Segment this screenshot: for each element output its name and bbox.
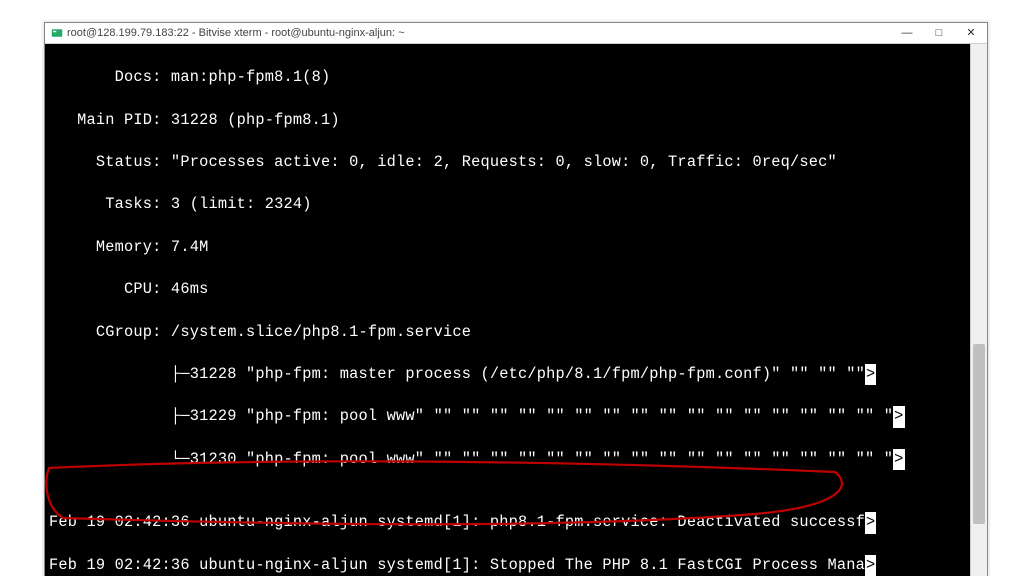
titlebar: root@128.199.79.183:22 - Bitvise xterm -… <box>45 23 987 44</box>
wrap-indicator: > <box>893 449 904 470</box>
wrap-indicator: > <box>865 512 876 533</box>
term-line: CGroup: /system.slice/php8.1-fpm.service <box>49 322 970 343</box>
terminal-window: root@128.199.79.183:22 - Bitvise xterm -… <box>44 22 988 576</box>
term-line: Docs: man:php-fpm8.1(8) <box>49 67 970 88</box>
term-line: Feb 19 02:42:36 ubuntu-nginx-aljun syste… <box>49 512 970 533</box>
term-line: Status: "Processes active: 0, idle: 2, R… <box>49 152 970 173</box>
terminal-output[interactable]: Docs: man:php-fpm8.1(8) Main PID: 31228 … <box>45 44 970 576</box>
scrollbar[interactable] <box>970 44 987 576</box>
wrap-indicator: > <box>865 364 876 385</box>
scroll-thumb[interactable] <box>973 344 985 524</box>
term-line: Feb 19 02:42:36 ubuntu-nginx-aljun syste… <box>49 555 970 576</box>
term-line: ├─31229 "php-fpm: pool www" "" "" "" "" … <box>49 406 970 427</box>
window-controls: — □ ✕ <box>891 23 987 43</box>
maximize-button[interactable]: □ <box>923 23 955 43</box>
wrap-indicator: > <box>865 555 876 576</box>
term-line: Tasks: 3 (limit: 2324) <box>49 194 970 215</box>
term-line: Main PID: 31228 (php-fpm8.1) <box>49 110 970 131</box>
term-line: └─31230 "php-fpm: pool www" "" "" "" "" … <box>49 449 970 470</box>
term-line: ├─31228 "php-fpm: master process (/etc/p… <box>49 364 970 385</box>
term-line: CPU: 46ms <box>49 279 970 300</box>
term-line: Memory: 7.4M <box>49 237 970 258</box>
close-button[interactable]: ✕ <box>955 23 987 43</box>
highlight-annotation <box>45 418 855 576</box>
wrap-indicator: > <box>893 406 904 427</box>
app-icon <box>51 27 63 39</box>
window-title: root@128.199.79.183:22 - Bitvise xterm -… <box>67 23 405 43</box>
minimize-button[interactable]: — <box>891 23 923 43</box>
